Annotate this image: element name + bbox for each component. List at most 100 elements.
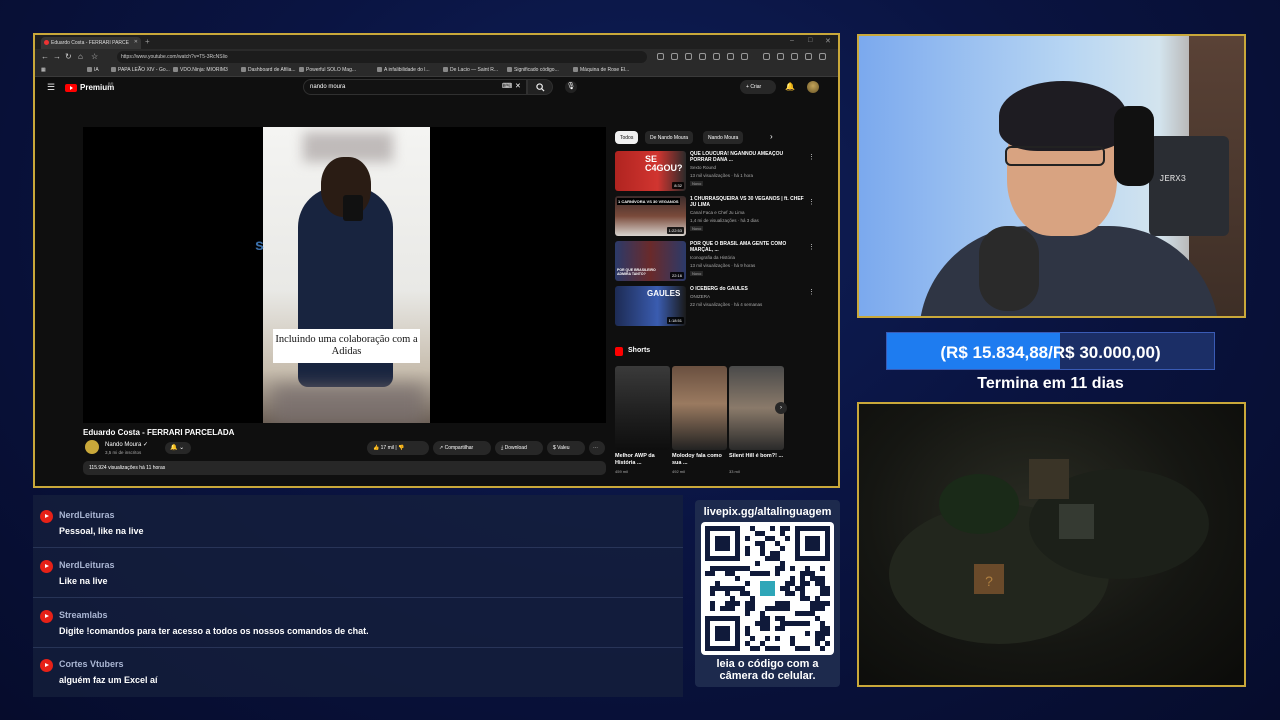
url-field[interactable]: https://www.youtube.com/watch?v=T5-3RcNS… — [117, 51, 647, 63]
more-options-icon[interactable]: ⋮ — [808, 243, 815, 251]
tab-close-icon[interactable]: ✕ — [134, 39, 138, 45]
youtube-icon — [40, 510, 53, 523]
video-caption: Incluindo uma colaboração com a Adidas — [273, 329, 420, 363]
channel-name[interactable]: Nando Moura ✓ — [105, 441, 148, 448]
chat-message: Cortes Vtubers alguém faz um Excel aí — [33, 647, 683, 697]
bookmark-item[interactable]: Máquina de Rose El... — [573, 67, 629, 73]
extension-icon[interactable] — [699, 53, 706, 60]
bookmark-item[interactable]: De Lacio — Saint R... — [443, 67, 498, 73]
download-button[interactable]: ⤓ Download — [495, 441, 543, 455]
recommendation-item[interactable]: GAULES 1:18:51 O ICEBERG do GAULES ONIZE… — [615, 286, 815, 326]
chat-message: NerdLeituras Like na live — [33, 548, 683, 598]
video-player[interactable]: Incluindo uma colaboração com a Adidas s — [83, 127, 606, 423]
extension-icon[interactable] — [763, 53, 770, 60]
new-tab-icon[interactable]: + — [145, 37, 150, 46]
more-options-icon[interactable]: ⋮ — [808, 153, 815, 161]
bookmark-item[interactable]: A infalibilidade do l... — [377, 67, 430, 73]
extension-icon[interactable] — [741, 53, 748, 60]
short-title[interactable]: Molodoy fala como sua ... — [672, 453, 727, 467]
gaming-chair — [1149, 136, 1229, 236]
youtube-icon — [40, 560, 53, 573]
chat-username: Streamlabs — [59, 610, 108, 620]
chat-username: Cortes Vtubers — [59, 659, 124, 669]
extension-icon[interactable] — [819, 53, 826, 60]
extension-icon[interactable] — [685, 53, 692, 60]
reload-icon[interactable]: ↻ — [65, 52, 72, 61]
chat-message: Streamlabs Digite !comandos para ter ace… — [33, 598, 683, 648]
youtube-page: ☰ Premium BR nando moura ⌨ ✕ 🎙 + Criar 🔔… — [35, 77, 838, 486]
more-actions-icon[interactable]: ⋯ — [589, 441, 605, 455]
webcam-feed: JERX3 — [857, 34, 1246, 318]
chip-channel[interactable]: Nando Moura — [703, 131, 744, 144]
more-options-icon[interactable]: ⋮ — [808, 198, 815, 206]
youtube-favicon-icon — [44, 40, 49, 45]
search-button[interactable] — [527, 79, 553, 95]
thanks-button[interactable]: $ Valeu — [547, 441, 585, 455]
bookmark-item[interactable]: IA — [87, 67, 99, 73]
menu-icon[interactable]: ☰ — [47, 82, 55, 93]
tab-title: Eduardo Costa - FERRARI PARCE — [51, 40, 129, 46]
extension-icon[interactable] — [791, 53, 798, 60]
bookmark-icon[interactable]: ☆ — [91, 52, 98, 61]
voice-search-icon[interactable]: 🎙 — [565, 81, 577, 93]
extension-icon[interactable] — [713, 53, 720, 60]
chip-all[interactable]: Todos — [615, 131, 639, 144]
pix-qr-card: livepix.gg/altalinguagem leia o código c… — [695, 500, 840, 687]
video-frame: Incluindo uma colaboração com a Adidas — [263, 127, 430, 423]
home-icon[interactable]: ⌂ — [78, 52, 83, 61]
like-button[interactable]: 👍 17 mil | 👎 — [367, 441, 429, 455]
qr-caption: leia o código com a câmera do celular. — [716, 658, 819, 682]
bookmark-item[interactable]: Dashboard de Afilia... — [241, 67, 296, 73]
tab-bar: Eduardo Costa - FERRARI PARCE ✕ + – □ ✕ — [35, 35, 838, 49]
minimize-icon[interactable]: – — [790, 37, 794, 44]
short-title[interactable]: Silent Hill é bom?! ... — [729, 453, 784, 460]
chat-text: Like na live — [59, 576, 108, 586]
game-capture: ? — [857, 402, 1246, 687]
short-thumbnail[interactable] — [615, 366, 670, 450]
chip-from-channel[interactable]: De Nando Moura — [645, 131, 694, 144]
subscribe-bell-button[interactable]: 🔔 ⌄ — [165, 442, 191, 454]
streamer-glasses — [1005, 146, 1105, 166]
clear-search-icon[interactable]: ✕ — [515, 82, 521, 90]
chair-logo-text: JERX3 — [1159, 174, 1187, 184]
search-input[interactable]: nando moura ⌨ ✕ — [303, 79, 527, 95]
keyboard-icon[interactable]: ⌨ — [502, 82, 512, 90]
apps-grid-icon[interactable]: ▦ — [41, 67, 46, 73]
notifications-bell-icon[interactable]: 🔔 — [785, 82, 795, 91]
avatar[interactable] — [807, 81, 819, 93]
bookmarks-bar: ▦ IA PAPA LEÃO XIV - Go... VDO.Ninja: MI… — [35, 65, 838, 77]
extension-icon[interactable] — [671, 53, 678, 60]
youtube-icon — [40, 659, 53, 672]
youtube-logo-icon[interactable] — [65, 84, 77, 92]
bookmark-item[interactable]: PAPA LEÃO XIV - Go... — [111, 67, 170, 73]
chat-overlay: NerdLeituras Pessoal, like na live NerdL… — [33, 495, 683, 697]
bookmark-item[interactable]: VDO.Ninja: MIORIM3 — [173, 67, 228, 73]
share-button[interactable]: ↗ Compartilhar — [433, 441, 491, 455]
forward-icon[interactable]: → — [53, 52, 61, 61]
short-thumbnail[interactable] — [672, 366, 727, 450]
browser-tab[interactable]: Eduardo Costa - FERRARI PARCE ✕ — [41, 37, 141, 49]
chat-username: NerdLeituras — [59, 510, 115, 520]
recommendation-item[interactable]: POR QUE BRASILEIRO ADMIRA TANTO? 22:16 P… — [615, 241, 815, 281]
goal-deadline: Termina em 11 dias — [977, 375, 1124, 392]
extension-icon[interactable] — [727, 53, 734, 60]
create-button[interactable]: + Criar — [740, 80, 776, 94]
country-code: BR — [108, 81, 114, 86]
extension-icon[interactable] — [805, 53, 812, 60]
shorts-next-icon[interactable]: › — [775, 402, 787, 414]
recommendation-item[interactable]: SE C4GOU? 8:32 QUE LOUCURA! NGANNOU AMEA… — [615, 151, 815, 191]
maximize-icon[interactable]: □ — [808, 37, 812, 44]
recommendation-item[interactable]: 1 CARNÍVORA VS 30 VEGANOS 1:22:53 1 CHUR… — [615, 196, 815, 236]
video-thumbnail: SE C4GOU? 8:32 — [615, 151, 686, 191]
more-options-icon[interactable]: ⋮ — [808, 288, 815, 296]
chips-next-icon[interactable]: › — [770, 132, 773, 141]
back-icon[interactable]: ← — [41, 52, 49, 61]
close-window-icon[interactable]: ✕ — [825, 37, 831, 45]
extension-icon[interactable] — [777, 53, 784, 60]
extension-icon[interactable] — [657, 53, 664, 60]
bookmark-item[interactable]: Powerful SOLO Mag... — [299, 67, 356, 73]
bookmark-item[interactable]: Significado código... — [507, 67, 559, 73]
short-title[interactable]: Melhor AWP da História ... — [615, 453, 670, 467]
search-query: nando moura — [310, 84, 346, 90]
channel-avatar[interactable] — [85, 440, 99, 454]
